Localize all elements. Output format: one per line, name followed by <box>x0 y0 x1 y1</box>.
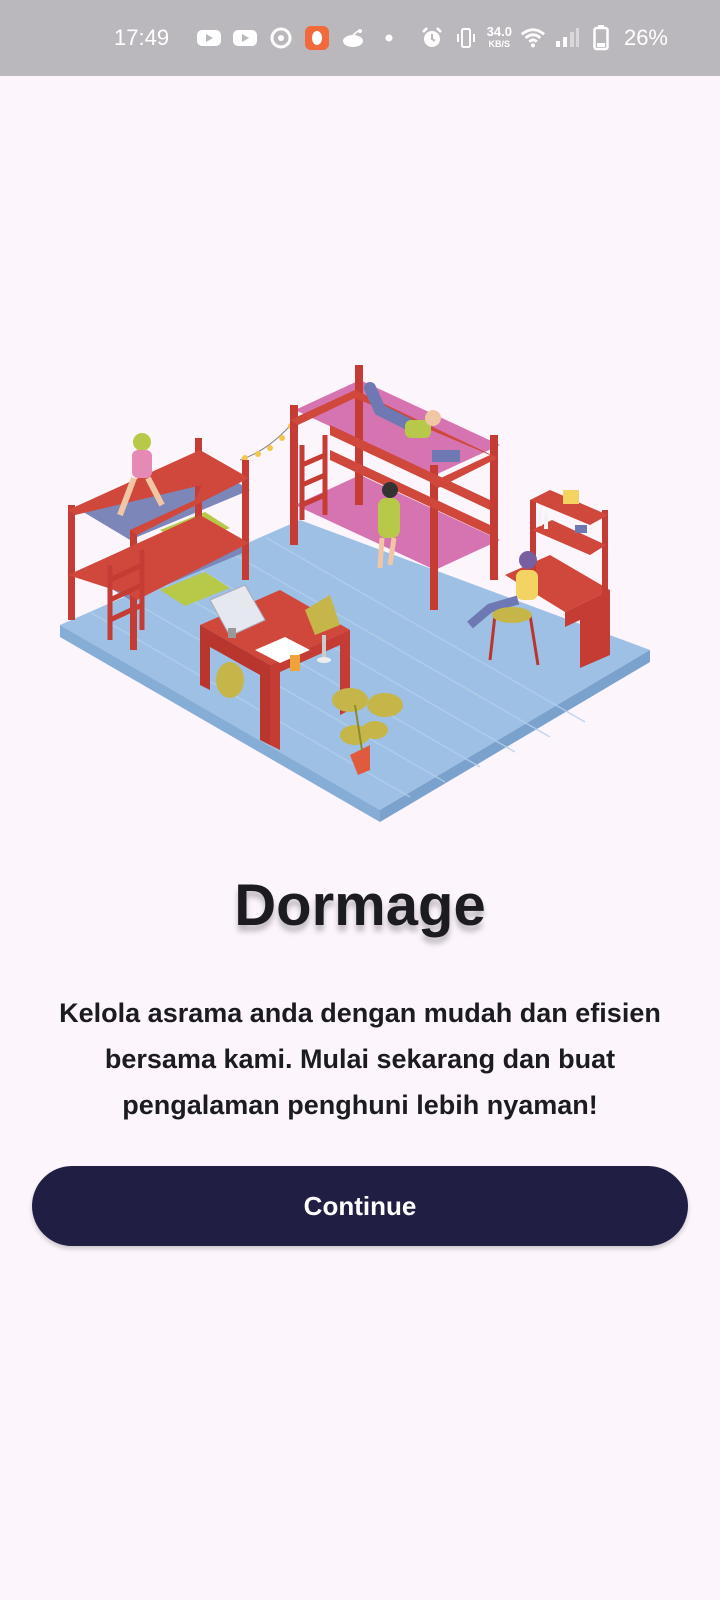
orange-app-icon <box>304 25 330 51</box>
youtube-icon <box>232 25 258 51</box>
reddit-icon <box>340 25 366 51</box>
dot-icon <box>376 25 402 51</box>
app-description: Kelola asrama anda dengan mudah dan efis… <box>59 998 661 1120</box>
alarm-icon <box>419 25 445 51</box>
network-speed-unit: KB/S <box>488 39 511 49</box>
circle-app-icon <box>268 25 294 51</box>
network-speed: 34.0 KB/S <box>486 24 512 50</box>
youtube-icon <box>196 25 222 51</box>
vibrate-icon <box>453 25 479 51</box>
status-bar: 17:49 34.0 KB/S 26% <box>0 0 720 76</box>
continue-button[interactable]: Continue <box>32 1166 688 1246</box>
network-speed-value: 34.0 <box>486 24 512 39</box>
notification-icons <box>196 0 402 76</box>
signal-icon <box>554 25 580 51</box>
app-title: Dormage <box>234 873 486 938</box>
system-icons: 34.0 KB/S 26% <box>419 0 668 76</box>
battery-icon <box>588 25 614 51</box>
status-time: 17:49 <box>114 25 170 50</box>
dormitory-illustration <box>50 350 670 830</box>
wifi-icon <box>520 25 546 51</box>
battery-percent: 26% <box>623 25 668 50</box>
